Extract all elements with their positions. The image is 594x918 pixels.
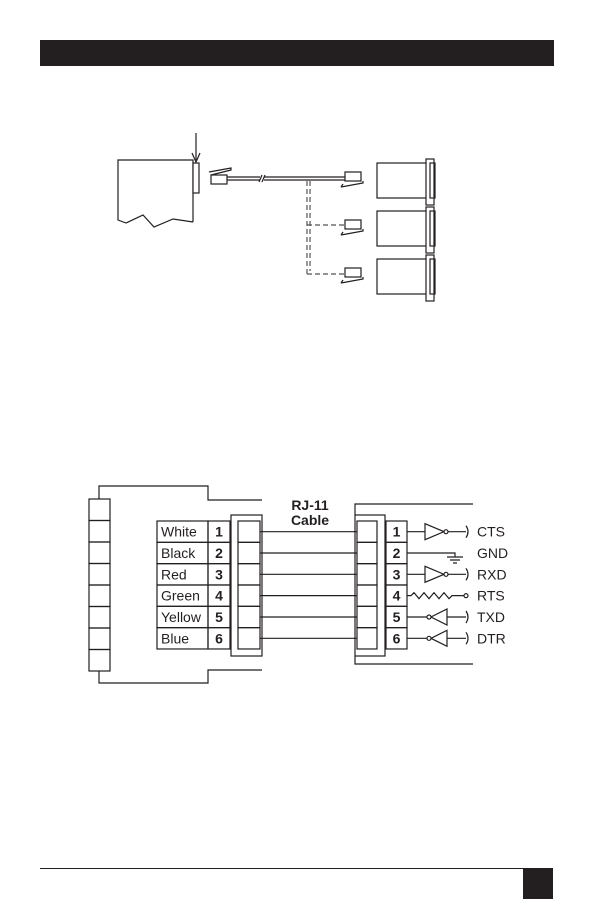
footer-rule	[40, 868, 553, 869]
page-number-box	[523, 869, 553, 899]
network-diagram	[117, 133, 436, 302]
signal-rts: RTS	[407, 588, 505, 604]
signal-label: RXD	[477, 566, 507, 582]
signal-label: DTR	[477, 630, 506, 646]
cable-wires	[260, 531, 357, 639]
right-pin-number: 3	[393, 566, 401, 582]
diagrams: White 1 Black 2 Red 3 Green 4 Yellow 5 Blue 6 RJ-11…	[88, 133, 508, 684]
db-pin-cell	[88, 584, 111, 608]
wire-color-label: White	[161, 524, 197, 540]
rj11-pin-cell	[237, 605, 261, 629]
signal-txd: TXD	[407, 608, 505, 626]
interface-card	[192, 162, 200, 194]
rj11-plug-left-pins	[237, 520, 261, 650]
inverter-bubble	[426, 635, 432, 641]
pin-number: 3	[215, 566, 223, 582]
db-pin-cell	[88, 519, 111, 543]
rj11-pin-cell	[237, 541, 261, 565]
line-break-icon	[465, 567, 469, 581]
rj11-pin-cell	[237, 520, 261, 543]
jack-pin-cell	[356, 627, 378, 650]
right-pin-number: 1	[393, 524, 401, 540]
line-break-icon	[465, 631, 469, 645]
rj11-plugs-right	[340, 171, 364, 284]
cable-label-line2: Cable	[291, 512, 329, 528]
signal-gnd: GND	[407, 545, 508, 564]
pin-number: 6	[215, 630, 223, 646]
inverter-bubble	[426, 614, 432, 620]
jack-pin-cell	[356, 520, 378, 543]
inverter-icon	[407, 522, 446, 541]
jack-pin-cell	[356, 541, 378, 565]
right-pin-number: 2	[393, 545, 401, 561]
inverter-icon	[407, 565, 446, 584]
right-pin-number: 5	[393, 609, 401, 625]
rj11-pin-cell	[237, 627, 261, 650]
right-pin-number: 6	[393, 630, 401, 646]
inverter-icon	[407, 629, 466, 648]
terminal-devices	[376, 158, 436, 302]
jack-pin-cell	[356, 563, 378, 586]
pin-number: 1	[215, 524, 223, 540]
signal-label: GND	[477, 545, 508, 561]
inverter-bubble	[443, 571, 449, 577]
inverter-icon	[407, 608, 466, 626]
db-pin-cell	[88, 605, 111, 629]
resistor-icon	[407, 591, 464, 600]
dashed-branch-cable	[306, 181, 345, 275]
db-pin-cell	[88, 648, 111, 672]
cable-label-line1: RJ-11	[291, 497, 329, 513]
ground-icon	[407, 552, 463, 564]
terminal-dot	[463, 593, 469, 599]
computer-outline	[117, 159, 194, 228]
rj11-pin-cell	[237, 584, 261, 607]
wire-color-label: Red	[161, 566, 187, 582]
right-pin-numbers: 1 2 3 4 5 6	[385, 520, 408, 650]
right-connector-shell	[354, 503, 473, 665]
trunk-cable	[227, 174, 345, 183]
wire-color-label: Green	[161, 588, 200, 604]
jack-pin-cell	[356, 605, 378, 629]
db-pin-cell	[88, 498, 111, 522]
signal-label: RTS	[477, 588, 505, 604]
signal-rxd: RXD	[407, 565, 507, 584]
db-pin-cell	[88, 541, 111, 565]
line-break-icon	[465, 525, 469, 538]
db-connector-pins	[88, 498, 111, 672]
signal-dtr: DTR	[407, 629, 506, 648]
right-pin-number: 4	[393, 588, 401, 604]
wire-color-label: Black	[161, 545, 196, 561]
wire-color-label: Blue	[161, 630, 189, 646]
line-break-icon	[465, 610, 469, 624]
signal-label: TXD	[477, 609, 505, 625]
signal-cts: CTS	[407, 522, 505, 541]
wiring-diagram: White 1 Black 2 Red 3 Green 4 Yellow 5 Blue 6 RJ-11…	[88, 485, 508, 684]
signal-circuits: CTS GND RXD RTS TXD DTR	[407, 522, 508, 648]
rj11-jack-right-pins	[356, 520, 378, 650]
db-pin-cell	[88, 562, 111, 586]
rj11-pin-cell	[237, 563, 261, 586]
db-pin-cell	[88, 627, 111, 651]
pin-number: 5	[215, 609, 223, 625]
jack-pin-cell	[356, 584, 378, 607]
wire-color-table: White 1 Black 2 Red 3 Green 4 Yellow 5 Blue 6	[156, 520, 231, 650]
pin-number: 2	[215, 545, 223, 561]
rj11-plug-left	[208, 167, 232, 185]
inverter-bubble	[443, 529, 449, 535]
signal-label: CTS	[477, 524, 505, 540]
wire-color-label: Yellow	[161, 609, 202, 625]
pin-number: 4	[215, 588, 223, 604]
